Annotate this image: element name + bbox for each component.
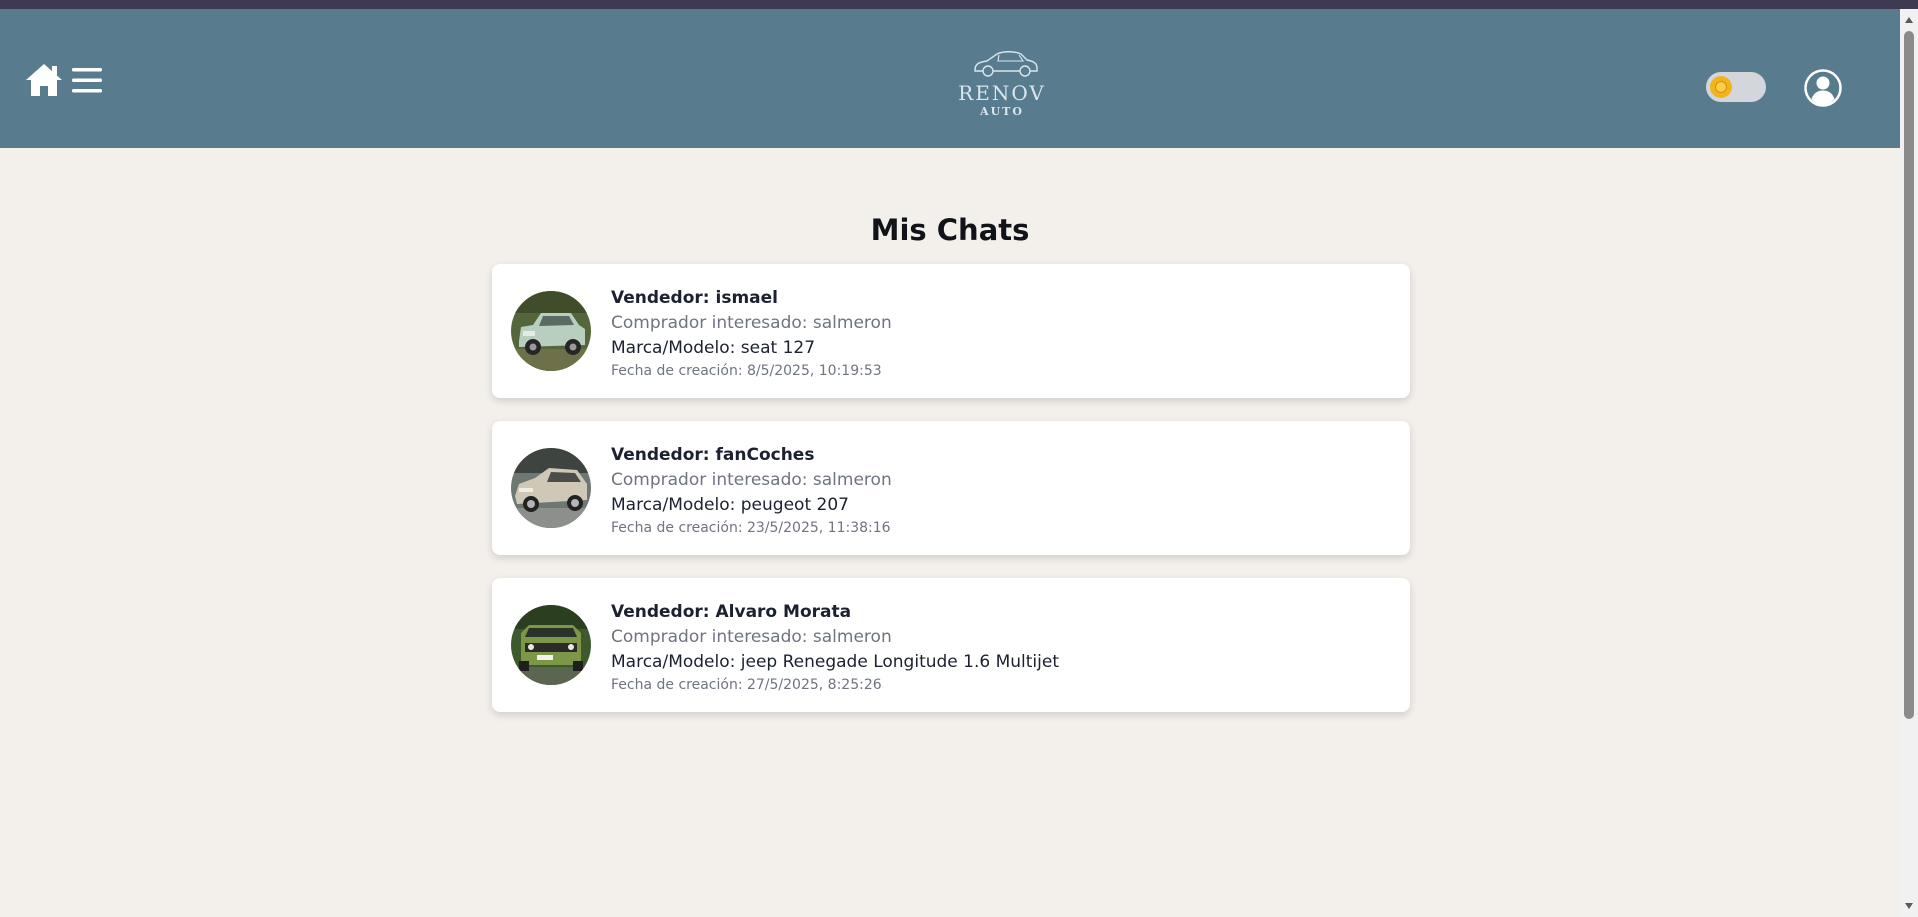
- chat-car-model: Marca/Modelo: peugeot 207: [611, 495, 849, 515]
- chat-seller: Vendedor: ismael: [611, 288, 778, 308]
- sun-icon: [1710, 76, 1732, 98]
- browser-top-strip: [0, 0, 1918, 9]
- chat-buyer: Comprador interesado: salmeron: [611, 627, 892, 647]
- user-profile-icon[interactable]: [1803, 68, 1843, 108]
- chat-buyer: Comprador interesado: salmeron: [611, 470, 892, 490]
- logo-brand-text: RENOV: [958, 81, 1046, 105]
- logo-sub-text: AUTO: [980, 105, 1024, 118]
- renovauto-logo[interactable]: RENOV AUTO: [957, 44, 1047, 124]
- hamburger-menu-icon[interactable]: [70, 63, 104, 97]
- car-photo-jeep-renegade: [511, 605, 591, 685]
- navbar: RENOV AUTO: [0, 9, 1900, 148]
- page-title: Mis Chats: [870, 213, 1030, 248]
- chat-created-date: Fecha de creación: 8/5/2025, 10:19:53: [611, 363, 882, 379]
- car-logo-icon: [974, 51, 1038, 77]
- chat-created-date: Fecha de creación: 23/5/2025, 11:38:16: [611, 520, 891, 536]
- chat-created-date: Fecha de creación: 27/5/2025, 8:25:26: [611, 677, 882, 693]
- chat-car-model: Marca/Modelo: jeep Renegade Longitude 1.…: [611, 652, 1060, 672]
- chat-seller: Vendedor: Alvaro Morata: [611, 602, 852, 622]
- page-scrollbar[interactable]: [1900, 9, 1918, 917]
- scroll-up-arrow-icon[interactable]: [1905, 17, 1913, 23]
- chat-card[interactable]: Vendedor: Alvaro Morata Comprador intere…: [492, 578, 1410, 712]
- home-icon[interactable]: [24, 60, 64, 100]
- chat-card[interactable]: Vendedor: fanCoches Comprador interesado…: [492, 421, 1410, 555]
- car-photo-peugeot-207: [511, 448, 591, 528]
- scroll-down-arrow-icon[interactable]: [1905, 903, 1913, 909]
- car-photo-seat-127: [511, 291, 591, 371]
- theme-toggle[interactable]: [1706, 72, 1766, 102]
- chat-car-model: Marca/Modelo: seat 127: [611, 338, 816, 358]
- scroll-thumb[interactable]: [1904, 31, 1914, 719]
- chat-seller: Vendedor: fanCoches: [611, 445, 815, 465]
- chat-card[interactable]: Vendedor: ismael Comprador interesado: s…: [492, 264, 1410, 398]
- chat-buyer: Comprador interesado: salmeron: [611, 313, 892, 333]
